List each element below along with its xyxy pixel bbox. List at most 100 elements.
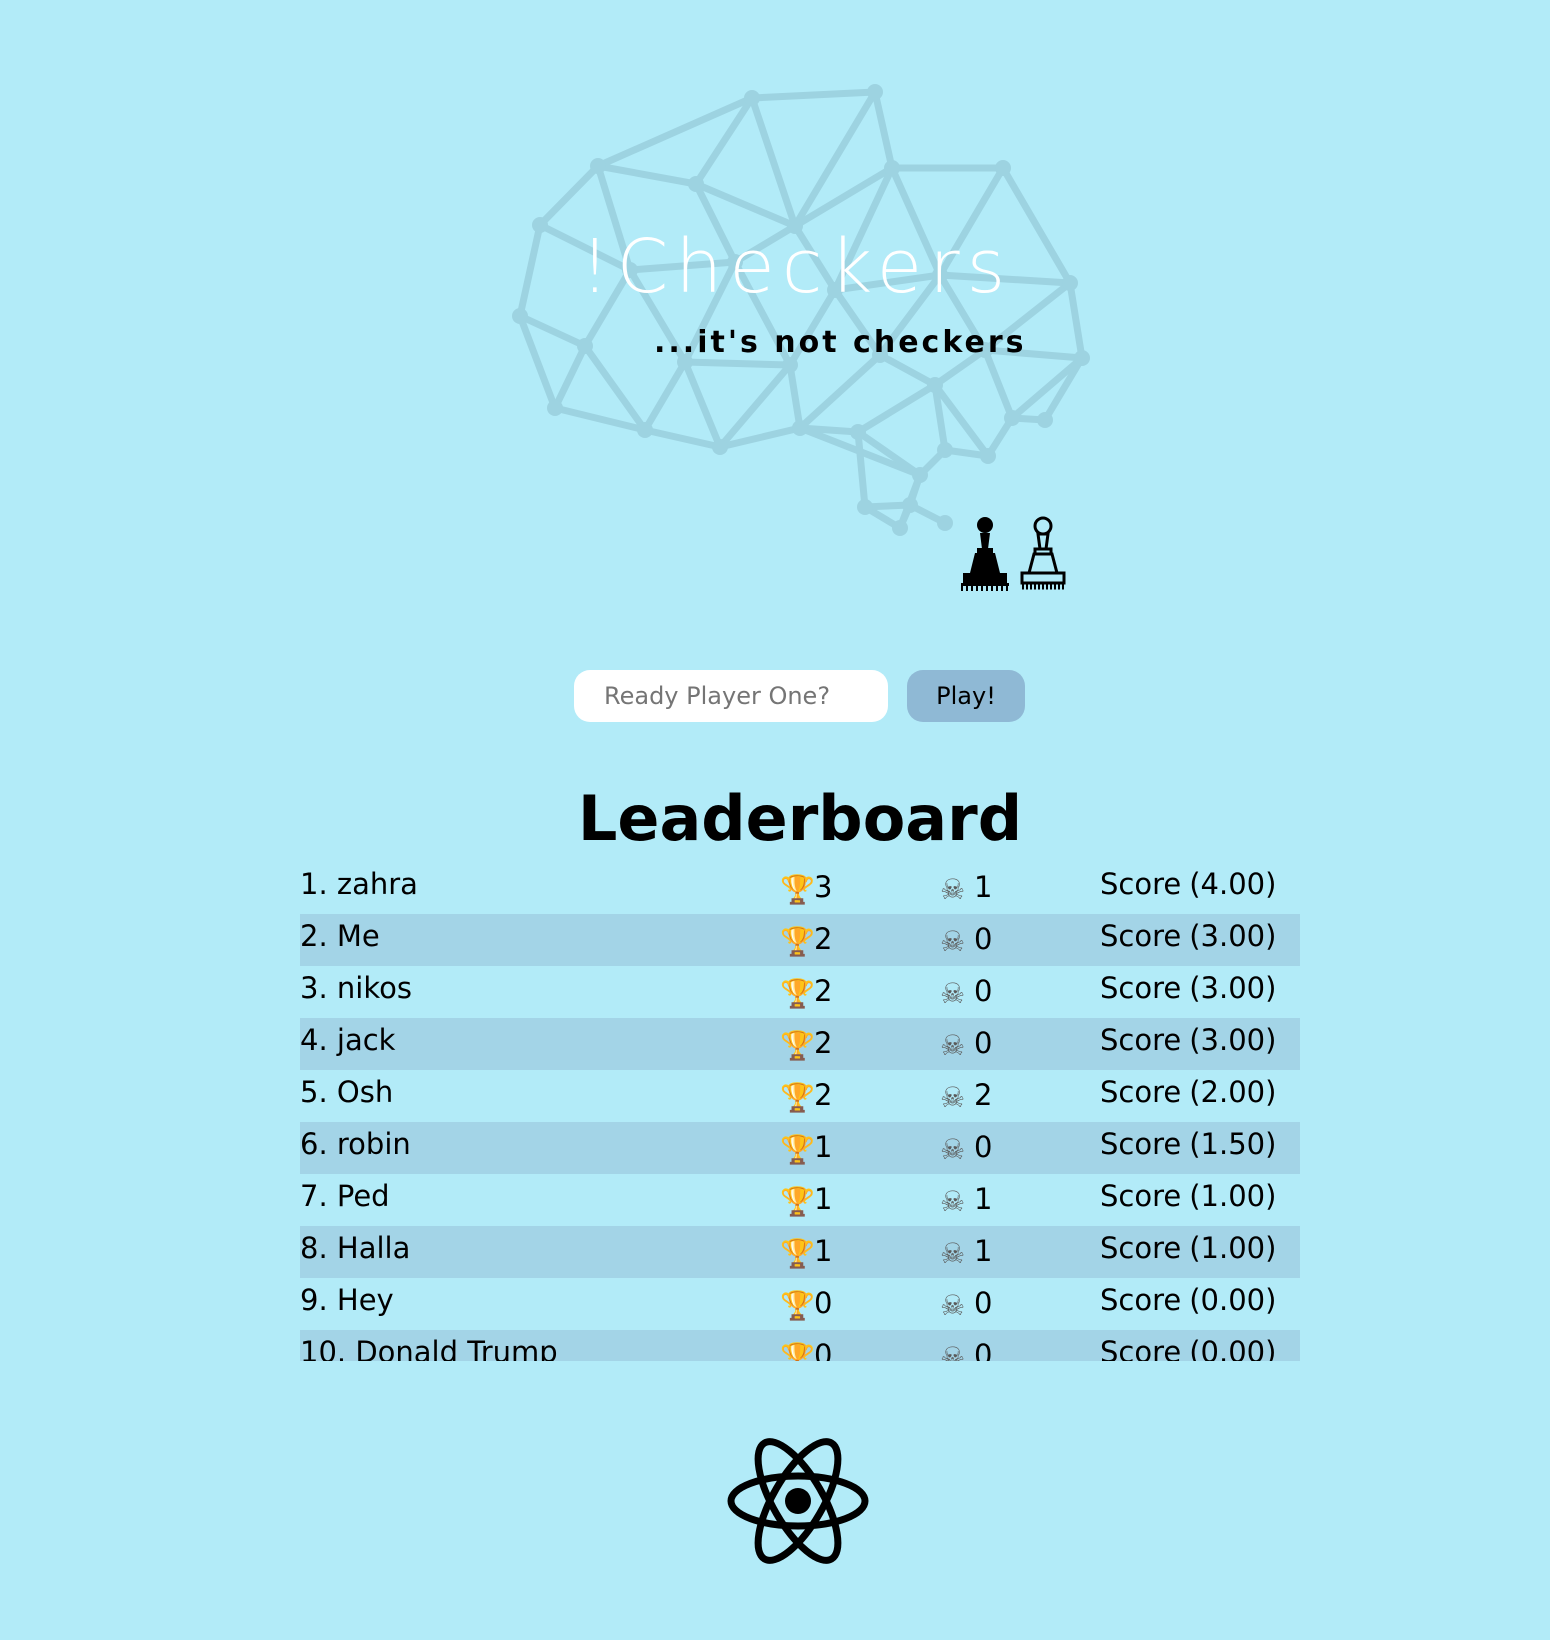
brain-network-icon <box>512 84 1090 536</box>
skull-crossbones-icon: ☠ <box>940 977 966 1010</box>
brain-node <box>980 448 996 464</box>
trophy-icon: 🏆 <box>780 925 815 958</box>
player-rank-name: 1. zahra <box>300 867 418 901</box>
brain-edge <box>854 381 939 436</box>
losses-count: ☠ 1 <box>940 1234 993 1270</box>
brain-edge <box>641 358 689 434</box>
player-rank-name: 6. robin <box>300 1127 411 1161</box>
play-button[interactable]: Play! <box>907 670 1025 722</box>
brain-edge <box>594 162 700 188</box>
wins-count: 🏆0 <box>780 1341 832 1362</box>
app-tagline: ...it's not checkers <box>654 325 1027 360</box>
player-score: Score (0.00) <box>1100 1335 1276 1362</box>
score-label: Score <box>1100 1335 1182 1362</box>
player-rank-name: 5. Osh <box>300 1075 394 1109</box>
losses-count: ☠ 2 <box>940 1078 993 1114</box>
leaderboard-row: 7. Ped 🏆1 ☠ 1 Score (1.00) <box>300 1174 1300 1226</box>
brain-node <box>912 467 928 483</box>
losses-count: ☠ 0 <box>940 1026 993 1062</box>
score-value: (1.50) <box>1189 1127 1277 1161</box>
skull-crossbones-icon: ☠ <box>940 1029 966 1062</box>
losses-count: ☠ 1 <box>940 870 993 906</box>
wins-count: 🏆1 <box>780 1130 833 1166</box>
player-rank-name: 3. nikos <box>300 971 412 1005</box>
brain-node <box>884 160 900 176</box>
brain-node <box>512 308 528 324</box>
brain-node <box>937 515 953 531</box>
skull-crossbones-icon: ☠ <box>940 1081 966 1114</box>
brain-node <box>577 338 593 354</box>
player-score: Score (3.00) <box>1100 922 1276 951</box>
score-value: (1.00) <box>1189 1231 1277 1265</box>
score-value: (4.00) <box>1189 867 1277 901</box>
score-label: Score <box>1100 1023 1182 1057</box>
player-score: Score (2.00) <box>1100 1078 1276 1107</box>
losses-count: ☠ 0 <box>940 922 993 958</box>
losses-count: ☠ 0 <box>940 974 993 1010</box>
brain-edge <box>681 358 794 369</box>
score-value: (3.00) <box>1189 919 1277 953</box>
brain-edge <box>551 342 589 412</box>
player-score: Score (4.00) <box>1100 870 1276 899</box>
trophy-icon: 🏆 <box>780 1237 815 1270</box>
wins-count: 🏆1 <box>780 1182 833 1218</box>
brain-node <box>637 422 653 438</box>
score-label: Score <box>1100 1179 1182 1213</box>
brain-node <box>792 420 808 436</box>
score-label: Score <box>1100 919 1182 953</box>
skull-crossbones-icon: ☠ <box>940 1133 966 1166</box>
brain-node <box>867 84 883 100</box>
trophy-icon: 🏆 <box>780 873 815 906</box>
brain-node <box>857 499 873 515</box>
player-score: Score (3.00) <box>1100 1026 1276 1055</box>
score-label: Score <box>1100 1075 1182 1109</box>
player-name-input[interactable] <box>574 670 888 722</box>
losses-count: ☠ 0 <box>940 1130 993 1166</box>
wins-count: 🏆2 <box>780 922 833 958</box>
player-rank-name: 7. Ped <box>300 1179 390 1213</box>
leaderboard-list[interactable]: 1. zahra 🏆3 ☠ 1 Score (4.00) 2. Me 🏆2 ☠ 0 Score (3.… <box>300 862 1300 1361</box>
leaderboard-row: 4. jack 🏆2 ☠ 0 Score (3.00) <box>300 1018 1300 1070</box>
brain-edge <box>871 88 896 172</box>
leaderboard-row: 6. robin 🏆1 ☠ 0 Score (1.50) <box>300 1122 1300 1174</box>
brain-node <box>902 497 918 513</box>
brain-node <box>937 442 953 458</box>
leaderboard-row: 10. Donald Trump 🏆0 ☠ 0 Score (0.00) <box>300 1330 1300 1361</box>
score-value: (1.00) <box>1189 1179 1277 1213</box>
player-rank-name: 10. Donald Trump <box>300 1335 558 1362</box>
trophy-icon: 🏆 <box>780 1029 815 1062</box>
score-value: (3.00) <box>1189 971 1277 1005</box>
skull-crossbones-icon: ☠ <box>940 873 966 906</box>
leaderboard-title: Leaderboard <box>577 782 1023 855</box>
white-pawn-icon <box>1020 516 1066 590</box>
brain-edge <box>536 162 602 229</box>
brain-node <box>744 90 760 106</box>
trophy-icon: 🏆 <box>780 977 815 1010</box>
app-title: !Checkers <box>580 224 1013 310</box>
player-score: Score (1.50) <box>1100 1130 1276 1159</box>
trophy-icon: 🏆 <box>780 1185 815 1218</box>
brain-node <box>688 176 704 192</box>
brain-node <box>1074 350 1090 366</box>
score-label: Score <box>1100 1127 1182 1161</box>
player-score: Score (1.00) <box>1100 1234 1276 1263</box>
app-logo: !Checkers ...it's not checkers <box>0 0 1550 620</box>
brain-edge <box>748 88 879 102</box>
leaderboard-row: 5. Osh 🏆2 ☠ 2 Score (2.00) <box>300 1070 1300 1122</box>
score-label: Score <box>1100 1231 1182 1265</box>
trophy-icon: 🏆 <box>780 1081 815 1114</box>
trophy-icon: 🏆 <box>780 1341 815 1362</box>
brain-edge <box>1008 354 1086 422</box>
brain-edge <box>641 426 724 451</box>
leaderboard-row: 1. zahra 🏆3 ☠ 1 Score (4.00) <box>300 862 1300 914</box>
losses-count: ☠ 0 <box>940 1286 993 1322</box>
player-rank-name: 4. jack <box>300 1023 396 1057</box>
brain-edge <box>981 346 1016 422</box>
trophy-icon: 🏆 <box>780 1289 815 1322</box>
leaderboard-row: 9. Hey 🏆0 ☠ 0 Score (0.00) <box>300 1278 1300 1330</box>
skull-crossbones-icon: ☠ <box>940 1185 966 1218</box>
brain-node <box>1037 412 1053 428</box>
wins-count: 🏆2 <box>780 974 833 1010</box>
brain-edge <box>999 164 1074 287</box>
losses-count: ☠ 1 <box>940 1182 993 1218</box>
